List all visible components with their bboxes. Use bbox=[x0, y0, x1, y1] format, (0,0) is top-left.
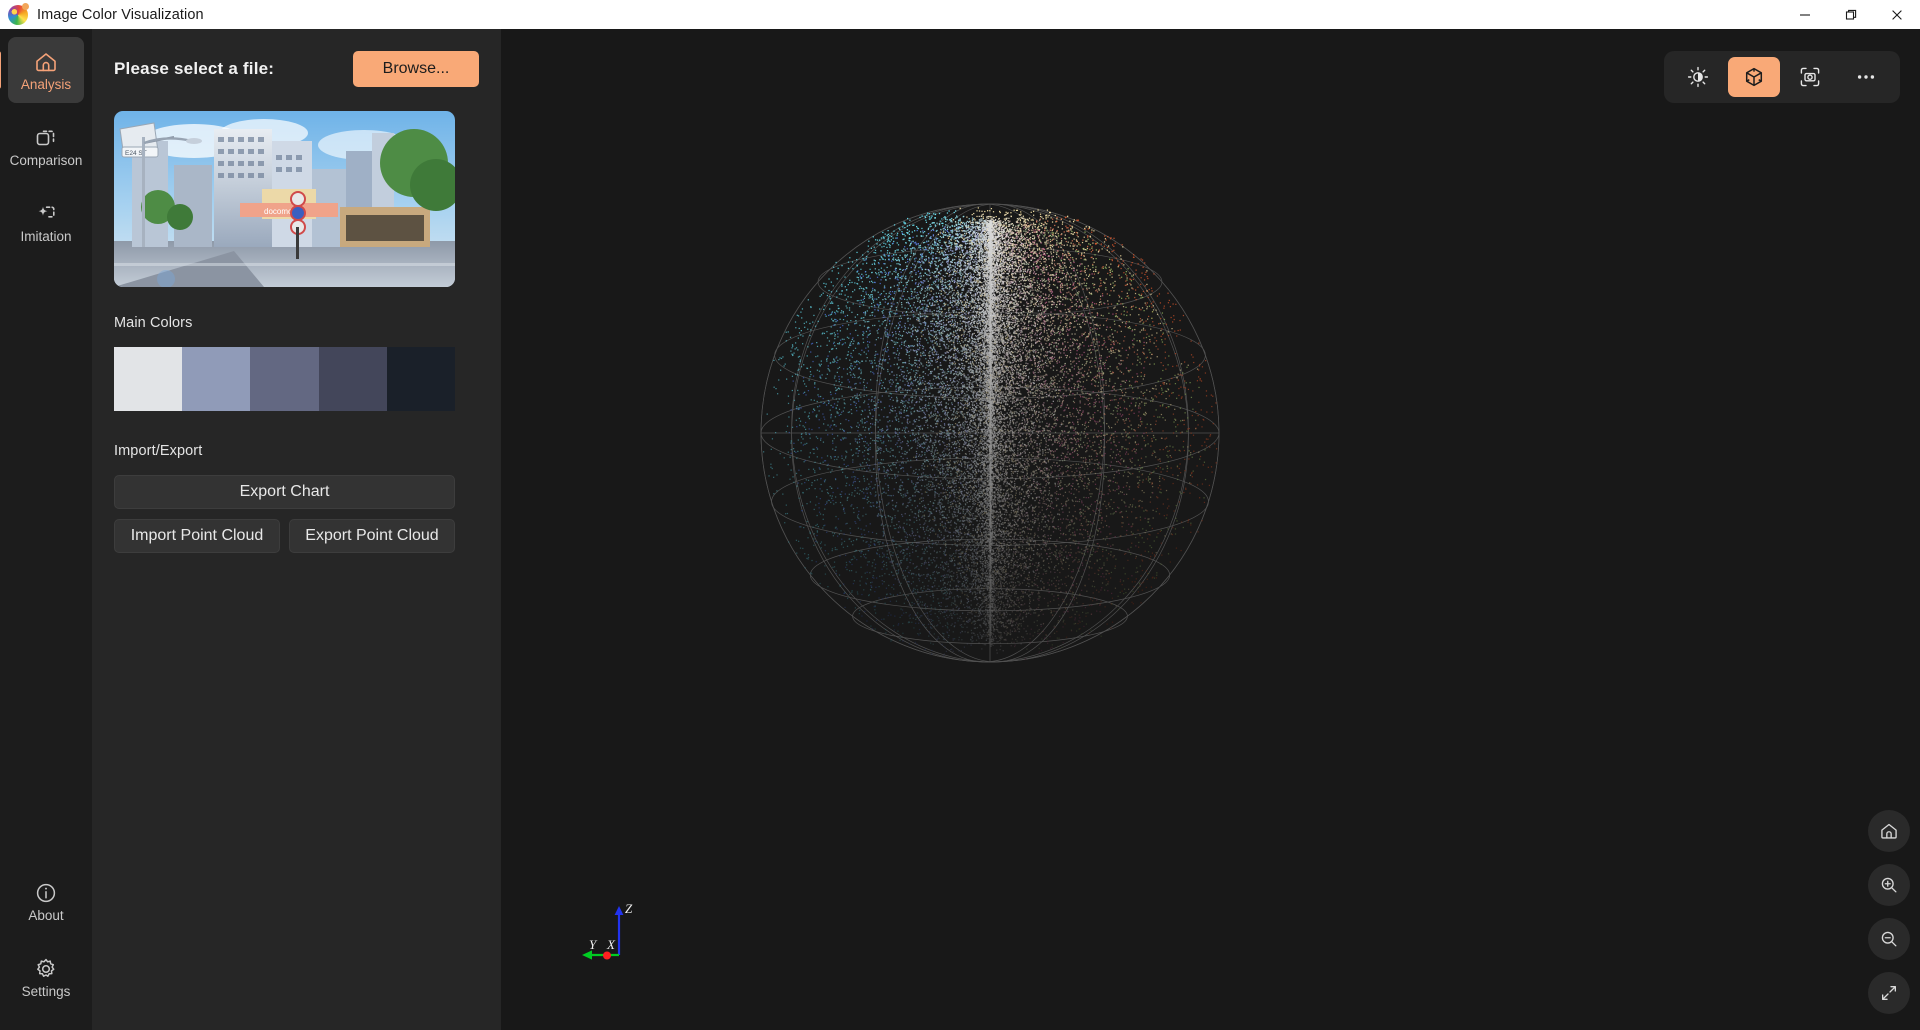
window-controls bbox=[1782, 0, 1920, 29]
sidebar-item-label: Imitation bbox=[20, 230, 71, 244]
svg-text:docomo: docomo bbox=[264, 207, 293, 216]
axis-label-y: Y bbox=[589, 937, 598, 952]
view-toolbar bbox=[1664, 51, 1900, 103]
sidebar-item-label: Comparison bbox=[10, 154, 83, 168]
window-title: Image Color Visualization bbox=[37, 7, 204, 23]
info-circle-icon bbox=[33, 880, 59, 906]
color-sphere-scatter-plot bbox=[760, 203, 1220, 663]
sidebar: Analysis Comparison Imitation About Sett… bbox=[0, 29, 92, 1030]
home-icon bbox=[33, 49, 59, 75]
export-chart-button[interactable]: Export Chart bbox=[114, 475, 455, 509]
minimize-button[interactable] bbox=[1782, 0, 1828, 29]
import-point-cloud-button[interactable]: Import Point Cloud bbox=[114, 519, 280, 553]
zoom-out-button[interactable] bbox=[1868, 918, 1910, 960]
main-colors-swatches bbox=[114, 347, 456, 411]
sparkle-dashed-icon bbox=[33, 201, 59, 227]
color-palette-swirl-icon bbox=[8, 2, 29, 25]
more-button[interactable] bbox=[1840, 57, 1892, 97]
analysis-panel: Please select a file: Browse... docomo E… bbox=[92, 29, 501, 1030]
color-swatch[interactable] bbox=[182, 347, 251, 411]
color-swatch[interactable] bbox=[318, 347, 387, 411]
file-select-row: Please select a file: Browse... bbox=[114, 51, 479, 87]
import-export-label: Import/Export bbox=[114, 443, 479, 459]
model-3d-button[interactable] bbox=[1728, 57, 1780, 97]
sidebar-item-imitation[interactable]: Imitation bbox=[8, 189, 84, 255]
zoom-in-button[interactable] bbox=[1868, 864, 1910, 906]
sidebar-item-about[interactable]: About bbox=[8, 868, 84, 934]
view-control-group bbox=[1868, 810, 1910, 1014]
sidebar-item-settings[interactable]: Settings bbox=[8, 944, 84, 1010]
axis-gizmo: Z Y X bbox=[582, 901, 633, 960]
image-thumbnail[interactable]: docomo E24 ST bbox=[114, 111, 455, 287]
sidebar-item-label: Analysis bbox=[21, 78, 71, 92]
thumbnail-artwork: docomo E24 ST bbox=[114, 111, 455, 287]
file-prompt-label: Please select a file: bbox=[114, 59, 274, 79]
maximize-button[interactable] bbox=[1828, 0, 1874, 29]
gear-icon bbox=[33, 956, 59, 982]
brightness-button[interactable] bbox=[1672, 57, 1724, 97]
color-swatch[interactable] bbox=[250, 347, 319, 411]
close-button[interactable] bbox=[1874, 0, 1920, 29]
sidebar-item-label: Settings bbox=[22, 985, 71, 999]
point-cloud-viewport[interactable]: Z Y X bbox=[501, 29, 1920, 1030]
sidebar-item-comparison[interactable]: Comparison bbox=[8, 113, 84, 179]
sidebar-bottom-group: About Settings bbox=[8, 868, 84, 1020]
fullscreen-button[interactable] bbox=[1868, 972, 1910, 1014]
title-bar: Image Color Visualization bbox=[0, 0, 1920, 29]
sidebar-item-analysis[interactable]: Analysis bbox=[0, 37, 84, 103]
axis-label-x: X bbox=[606, 937, 616, 952]
color-swatch[interactable] bbox=[386, 347, 456, 411]
export-point-cloud-button[interactable]: Export Point Cloud bbox=[289, 519, 455, 553]
screenshot-button[interactable] bbox=[1784, 57, 1836, 97]
reset-view-button[interactable] bbox=[1868, 810, 1910, 852]
axis-label-z: Z bbox=[625, 901, 633, 916]
main-colors-label: Main Colors bbox=[114, 315, 479, 331]
sidebar-item-label: About bbox=[28, 909, 63, 923]
color-swatch[interactable] bbox=[114, 347, 183, 411]
browse-button[interactable]: Browse... bbox=[353, 51, 479, 87]
point-cloud-button-row: Import Point Cloud Export Point Cloud bbox=[114, 519, 455, 553]
compare-frames-icon bbox=[33, 125, 59, 151]
